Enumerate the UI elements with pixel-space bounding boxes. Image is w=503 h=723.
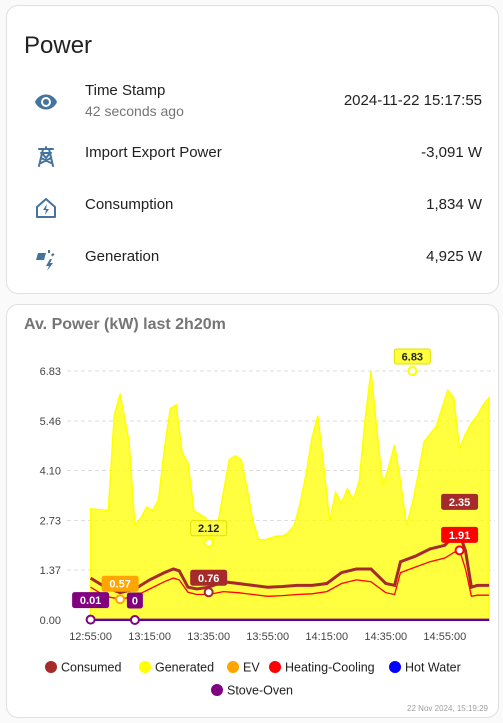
entity-value: 2024-11-22 15:17:55 [343,92,482,109]
annotation-label: 0.76 [198,573,219,585]
entity-value: -3,091 W [421,144,482,161]
legend-marker [227,661,239,673]
y-tick-label: 4.10 [40,466,61,478]
y-tick-label: 1.37 [40,565,61,577]
legend-item: Stove-Oven [227,684,293,698]
series-generated-area [89,370,490,621]
annotation-label: 0 [132,596,138,608]
power-card: Power Time Stamp 42 seconds ago 2024-11-… [6,5,499,294]
annotation-point [454,545,465,556]
legend-marker [45,661,57,673]
annotation-label: 0.57 [109,579,130,591]
x-tick-label: 14:35:00 [364,631,407,643]
legend-item: Generated [155,661,214,675]
y-tick-label: 6.83 [40,366,61,378]
entity-row-import-export-power[interactable]: Import Export Power -3,091 W [7,136,498,176]
annotation-label: 2.12 [198,523,219,535]
x-tick-label: 14:15:00 [305,631,348,643]
annotation-point [85,614,96,625]
entity-value: 4,925 W [426,248,482,265]
legend-item: EV [243,661,260,675]
y-tick-label: 2.73 [40,515,61,527]
home-lightning-icon [34,196,58,220]
x-tick-label: 13:55:00 [246,631,289,643]
annotation-point [203,537,214,548]
x-tick-label: 13:15:00 [128,631,171,643]
annotation-label: 6.83 [402,352,423,364]
solar-power-icon [34,248,58,272]
annotation-label: 2.35 [449,497,470,509]
x-tick-label: 14:55:00 [423,631,466,643]
entity-name: Consumption [85,196,174,213]
legend-marker [269,661,281,673]
legend-marker [389,661,401,673]
entity-name: Generation [85,248,160,265]
card-title: Power [24,32,93,59]
legend-item: Consumed [61,661,121,675]
annotation-point [203,587,214,598]
eye-icon [34,90,58,114]
annotation-point [129,615,140,625]
y-tick-label: 0.00 [40,615,61,627]
legend-marker [211,684,223,696]
entity-value: 1,834 W [426,196,482,213]
legend-item: Hot Water [405,661,461,675]
entity-row-time-stamp[interactable]: Time Stamp 42 seconds ago 2024-11-22 15:… [7,82,498,122]
x-tick-label: 13:35:00 [187,631,230,643]
entity-row-generation[interactable]: Generation 4,925 W [7,240,498,280]
entity-row-consumption[interactable]: Consumption 1,834 W [7,188,498,228]
chart-timestamp: 22 Nov 2024, 15:19:29 [407,704,488,713]
x-tick-label: 12:55:00 [69,631,112,643]
annotation-point [115,594,126,605]
annotation-label: 0.01 [80,595,101,607]
entity-name: Time Stamp [85,82,166,99]
legend-item: Heating-Cooling [285,661,375,675]
chart-card: Av. Power (kW) last 2h20m 0.00 1.37 2.73 4.… [6,304,499,718]
transmission-tower-icon [34,144,58,168]
entity-secondary: 42 seconds ago [85,103,184,119]
entity-name: Import Export Power [85,144,222,161]
power-chart[interactable]: 0.00 1.37 2.73 4.10 5.46 6.83 12:55:00 13:15:00… [7,305,500,719]
legend-marker [139,661,151,673]
annotation-point [407,366,418,376]
annotation-label: 1.91 [449,530,470,542]
y-tick-label: 5.46 [40,416,61,428]
